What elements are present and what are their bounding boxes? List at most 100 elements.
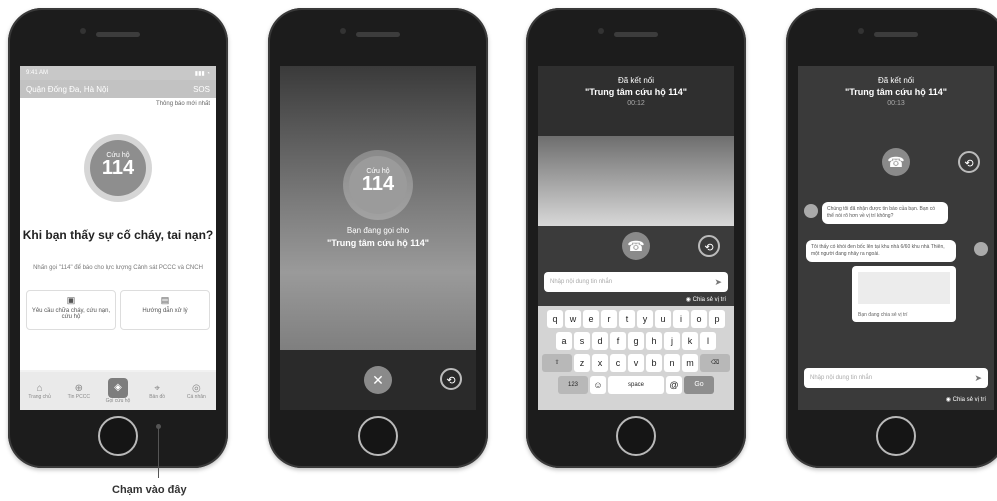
key-j[interactable]: j [664, 332, 680, 350]
send-icon[interactable]: ➤ [974, 368, 982, 388]
chat-message-user: Tôi thấy có khói đen bốc lên tại khu nhà… [806, 240, 956, 262]
go-key[interactable]: Go [684, 376, 714, 394]
message-input[interactable]: Nhập nội dung tin nhắn ➤ [544, 272, 728, 292]
space-key[interactable]: space [608, 376, 664, 394]
tab-news[interactable]: ⊕ Tin PCCC [64, 383, 94, 400]
switch-camera-icon[interactable]: ⟲ [440, 368, 462, 390]
tab-label: Tin PCCC [67, 393, 90, 400]
avatar [974, 242, 988, 256]
call-header: Đã kết nối "Trung tâm cứu hộ 114" 00:12 [538, 66, 734, 136]
home-button[interactable] [616, 416, 656, 456]
message-input[interactable]: Nhập nội dung tin nhắn ➤ [804, 368, 988, 388]
shared-photo-message[interactable]: Bạn đang chia sẻ vị trí [852, 266, 956, 322]
key-b[interactable]: b [646, 354, 662, 372]
location-icon: ◉ [945, 397, 953, 403]
at-key[interactable]: @ [666, 376, 682, 394]
home-button[interactable] [358, 416, 398, 456]
backspace-key[interactable]: ⌫ [700, 354, 730, 372]
guide-icon: ▤ [160, 295, 170, 305]
message-placeholder: Nhập nội dung tin nhắn [810, 375, 873, 381]
video-feed [538, 136, 734, 226]
avatar [804, 204, 818, 218]
key-c[interactable]: c [610, 354, 626, 372]
end-call-icon[interactable]: ☎ [622, 232, 650, 260]
key-v[interactable]: v [628, 354, 644, 372]
emoji-key[interactable]: ☺ [590, 376, 606, 394]
calling-target: "Trung tâm cứu hộ 114" [326, 238, 430, 248]
switch-camera-icon[interactable]: ⟲ [958, 151, 980, 173]
share-location-label: Chia sẻ vị trí [952, 397, 986, 403]
key-k[interactable]: k [682, 332, 698, 350]
key-f[interactable]: f [610, 332, 626, 350]
tab-call-rescue[interactable]: ◈ Gọi cứu hộ [103, 378, 133, 404]
call-timer: 00:13 [887, 100, 905, 107]
screen: 9:41 AM ▮▮▮ ◔ Quận Đống Đa, Hà Nội SOS T… [20, 66, 216, 410]
front-camera [598, 28, 604, 34]
switch-camera-icon[interactable]: ⟲ [698, 235, 720, 257]
key-p[interactable]: p [709, 310, 725, 328]
home-button[interactable] [98, 416, 138, 456]
screen: Cứu hộ 114 Bạn đang gọi cho "Trung tâm c… [280, 66, 476, 410]
key-r[interactable]: r [601, 310, 617, 328]
card-request-rescue[interactable]: ▣ Yêu cầu chữa cháy, cứu nạn, cứu hộ [26, 290, 116, 330]
key-g[interactable]: g [628, 332, 644, 350]
key-w[interactable]: w [565, 310, 581, 328]
tab-profile[interactable]: ◎ Cá nhân [181, 383, 211, 400]
send-icon[interactable]: ➤ [714, 272, 722, 292]
tab-home[interactable]: ⌂ Trang chủ [25, 383, 55, 400]
sos-icon[interactable]: SOS [193, 85, 210, 94]
phone-home-screen: 9:41 AM ▮▮▮ ◔ Quận Đống Đa, Hà Nội SOS T… [8, 8, 228, 468]
key-e[interactable]: e [583, 310, 599, 328]
share-location-button[interactable]: ◉ Chia sẻ vị trí [686, 296, 726, 303]
latest-notification-link[interactable]: Thông báo mới nhất [20, 98, 216, 110]
connected-label: Đã kết nối [877, 76, 915, 85]
card-label: Hướng dẫn xử lý [142, 308, 188, 314]
key-t[interactable]: t [619, 310, 635, 328]
key-z[interactable]: z [574, 354, 590, 372]
status-time: 9:41 AM [26, 70, 49, 76]
end-call-icon[interactable]: ☎ [882, 148, 910, 176]
key-x[interactable]: x [592, 354, 608, 372]
chat-message-center: Chúng tôi đã nhận được tin báo của bạn. … [822, 202, 948, 224]
earpiece [614, 32, 658, 37]
call-header: Đã kết nối "Trung tâm cứu hộ 114" 00:13 [798, 66, 994, 136]
key-u[interactable]: u [655, 310, 671, 328]
tab-map[interactable]: ⌖ Bản đồ [142, 383, 172, 400]
key-l[interactable]: l [700, 332, 716, 350]
key-s[interactable]: s [574, 332, 590, 350]
call-target: "Trung tâm cứu hộ 114" [584, 87, 688, 97]
front-camera [80, 28, 86, 34]
calling-label: Bạn đang gọi cho [346, 226, 410, 235]
key-h[interactable]: h [646, 332, 662, 350]
callout-caption: Chạm vào đây [112, 484, 187, 496]
home-icon: ⌂ [36, 382, 43, 394]
rescue-114-badge[interactable]: Cứu hộ 114 [90, 140, 146, 196]
key-d[interactable]: d [592, 332, 608, 350]
keyboard-row-3: ⇧ z x c v b n m ⌫ [540, 354, 732, 372]
card-guide[interactable]: ▤ Hướng dẫn xử lý [120, 290, 210, 330]
numbers-key[interactable]: 123 [558, 376, 588, 394]
status-icons: ▮▮▮ ◔ [194, 70, 210, 77]
front-camera [858, 28, 864, 34]
callout-pointer [156, 424, 161, 478]
key-m[interactable]: m [682, 354, 698, 372]
earpiece [874, 32, 918, 37]
keyboard-row-1: q w e r t y u i o p [540, 310, 732, 328]
key-y[interactable]: y [637, 310, 653, 328]
key-a[interactable]: a [556, 332, 572, 350]
badge-number: 114 [361, 173, 395, 195]
key-o[interactable]: o [691, 310, 707, 328]
key-i[interactable]: i [673, 310, 689, 328]
photo-caption: Bạn đang chia sẻ vị trí [858, 312, 908, 318]
news-icon: ⊕ [74, 382, 83, 394]
location-bar[interactable]: Quận Đống Đa, Hà Nội SOS [20, 80, 216, 98]
key-q[interactable]: q [547, 310, 563, 328]
share-location-button[interactable]: ◉ Chia sẻ vị trí [946, 396, 986, 403]
fire-icon: ▣ [66, 295, 76, 305]
home-button[interactable] [876, 416, 916, 456]
close-icon[interactable]: ✕ [364, 366, 392, 394]
key-n[interactable]: n [664, 354, 680, 372]
shift-key[interactable]: ⇧ [542, 354, 572, 372]
tab-label: Bản đồ [149, 393, 166, 400]
share-location-label: Chia sẻ vị trí [692, 297, 726, 303]
